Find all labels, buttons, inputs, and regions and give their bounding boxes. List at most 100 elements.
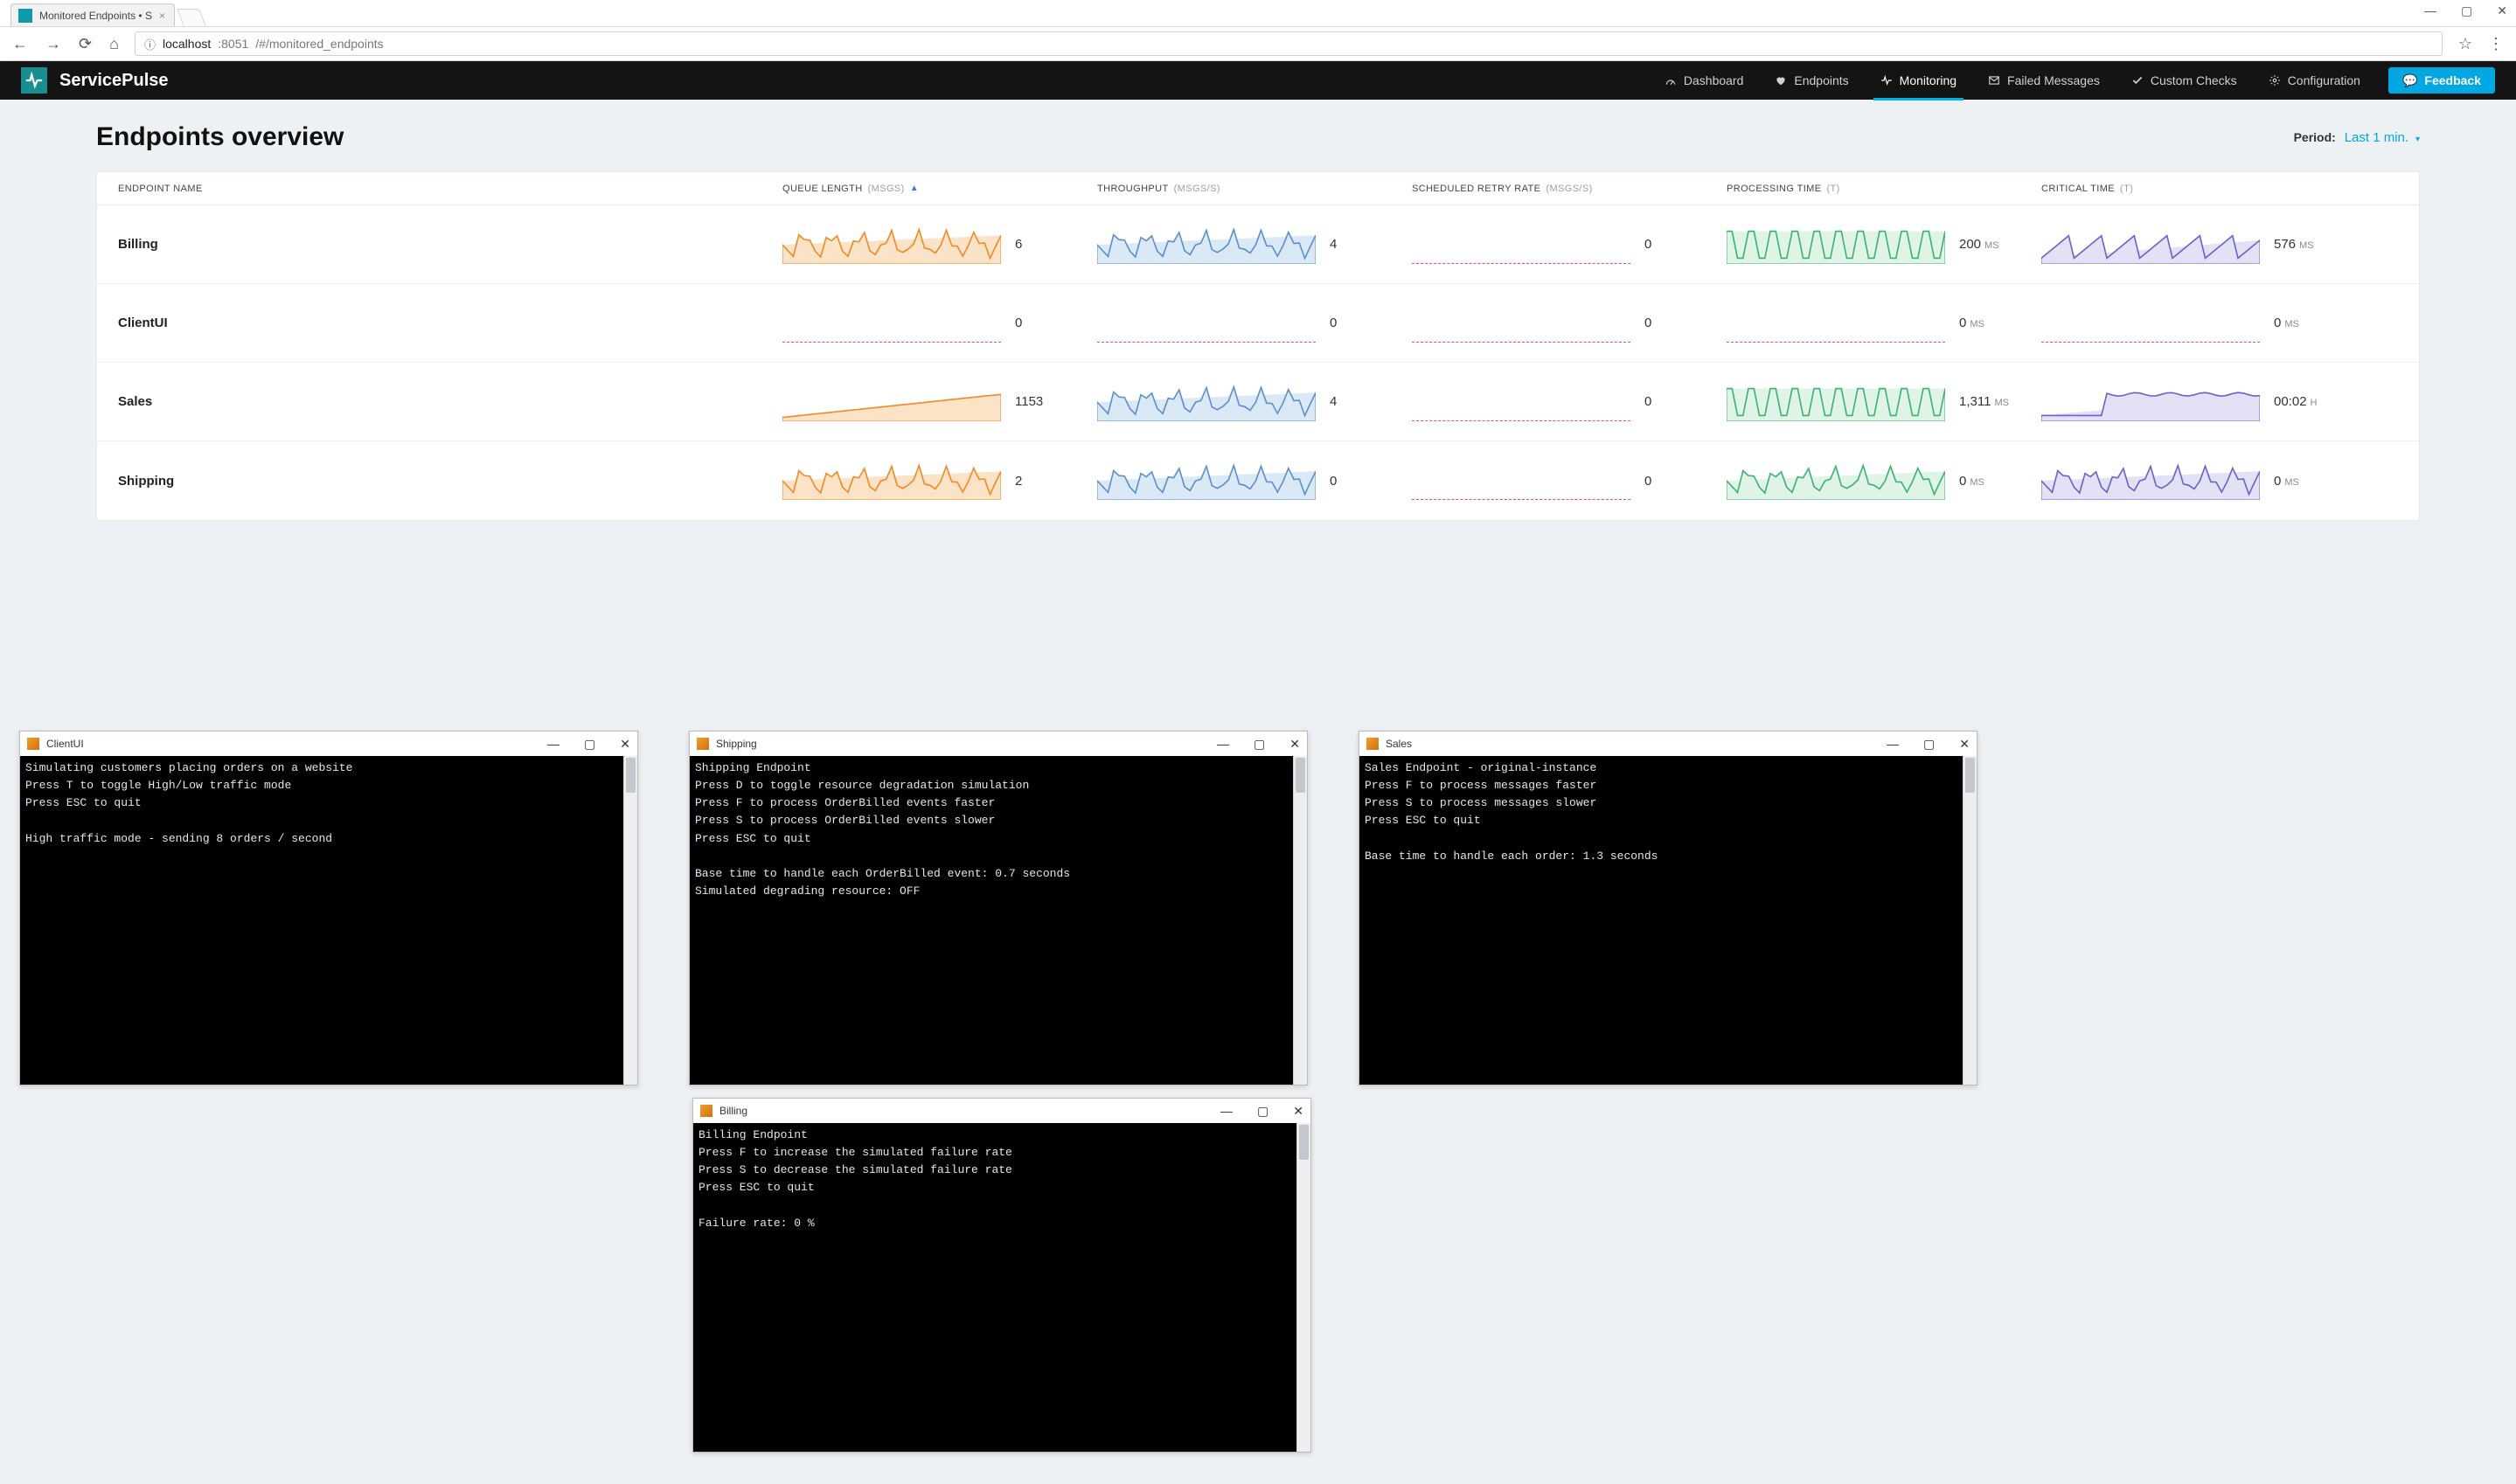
address-bar[interactable]: ⓘ localhost:8051/#/monitored_endpoints	[135, 31, 2443, 56]
scroll-thumb[interactable]	[626, 758, 636, 793]
back-button[interactable]: ←	[12, 35, 28, 53]
nav-label: Endpoints	[1794, 73, 1848, 87]
tab-title: Monitored Endpoints • S	[39, 10, 152, 22]
brand[interactable]: ServicePulse	[21, 67, 169, 94]
console-window-sales[interactable]: Sales — ▢ ✕ Sales Endpoint - original-in…	[1359, 731, 1977, 1085]
menu-icon[interactable]: ⋮	[2488, 35, 2504, 53]
col-throughput[interactable]: Throughput(MSGS/S)	[1097, 184, 1412, 194]
console-min-icon[interactable]: —	[1887, 737, 1899, 752]
cell-value: 1,311ms	[1959, 394, 2009, 409]
nav-label: Dashboard	[1684, 73, 1744, 87]
cell-value: 0	[1644, 237, 1655, 252]
console-window-controls: — ▢ ✕	[547, 737, 630, 752]
nav-monitoring[interactable]: Monitoring	[1865, 61, 1972, 100]
console-body[interactable]: Shipping Endpoint Press D to toggle reso…	[690, 756, 1307, 1085]
table-row[interactable]: Sales 1153 4 0 1,311ms 00:02h	[97, 363, 2419, 441]
speech-icon: 💬	[2402, 73, 2417, 88]
sparkline	[1727, 461, 1945, 500]
nav-label: Configuration	[2288, 73, 2360, 87]
sparkline	[1727, 225, 1945, 264]
sort-icon: ▲	[910, 184, 919, 193]
endpoint-name: Billing	[118, 237, 782, 252]
console-titlebar[interactable]: Sales — ▢ ✕	[1359, 732, 1977, 756]
scroll-thumb[interactable]	[1965, 758, 1975, 793]
cell-critical: 00:02h	[2041, 383, 2391, 421]
console-max-icon[interactable]: ▢	[584, 737, 595, 752]
window-minimize-icon[interactable]: —	[2424, 3, 2436, 18]
col-critical[interactable]: Critical time(T)	[2041, 184, 2391, 194]
sparkline	[2041, 461, 2260, 500]
title-row: Endpoints overview Period: Last 1 min. ▾	[96, 122, 2420, 152]
reload-button[interactable]: ⟳	[79, 35, 92, 53]
browser-chrome: Monitored Endpoints • S × — ▢ ✕ ← → ⟳ ⌂ …	[0, 0, 2516, 61]
sparkline	[2041, 225, 2260, 264]
col-queue[interactable]: Queue length(MSGS)▲	[782, 184, 1097, 194]
browser-tab[interactable]: Monitored Endpoints • S ×	[10, 3, 175, 26]
tab-close-icon[interactable]: ×	[159, 10, 165, 22]
console-min-icon[interactable]: —	[547, 737, 559, 752]
console-window-billing[interactable]: Billing — ▢ ✕ Billing Endpoint Press F t…	[692, 1098, 1311, 1453]
console-max-icon[interactable]: ▢	[1254, 737, 1265, 752]
console-titlebar[interactable]: Billing — ▢ ✕	[693, 1099, 1310, 1123]
console-min-icon[interactable]: —	[1220, 1104, 1233, 1119]
new-tab-button[interactable]	[177, 9, 205, 26]
nav-failed-messages[interactable]: Failed Messages	[1972, 61, 2116, 100]
console-max-icon[interactable]: ▢	[1923, 737, 1935, 752]
console-window-shipping[interactable]: Shipping — ▢ ✕ Shipping Endpoint Press D…	[689, 731, 1308, 1085]
table-row[interactable]: Shipping 2 0 0 0ms 0ms	[97, 441, 2419, 520]
endpoint-name: Shipping	[118, 474, 782, 489]
window-maximize-icon[interactable]: ▢	[2461, 3, 2472, 18]
console-window-clientui[interactable]: ClientUI — ▢ ✕ Simulating customers plac…	[19, 731, 638, 1085]
console-close-icon[interactable]: ✕	[1959, 737, 1970, 752]
console-min-icon[interactable]: —	[1217, 737, 1229, 752]
cell-critical: 0ms	[2041, 304, 2391, 343]
console-icon	[697, 738, 709, 750]
sparkline	[1097, 304, 1316, 343]
scrollbar[interactable]	[1296, 1123, 1310, 1452]
console-window-controls: — ▢ ✕	[1217, 737, 1300, 752]
table-row[interactable]: Billing 6 4 0 200ms 576ms	[97, 205, 2419, 284]
cell-queue: 6	[782, 225, 1097, 264]
sparkline	[1412, 304, 1630, 343]
scroll-thumb[interactable]	[1299, 1125, 1309, 1160]
nav-configuration[interactable]: Configuration	[2253, 61, 2376, 100]
endpoint-name: ClientUI	[118, 316, 782, 330]
home-button[interactable]: ⌂	[109, 35, 119, 53]
nav-dashboard[interactable]: Dashboard	[1649, 61, 1760, 100]
scroll-thumb[interactable]	[1296, 758, 1305, 793]
gear-icon	[2269, 74, 2281, 87]
star-icon[interactable]: ☆	[2458, 35, 2472, 53]
window-controls: — ▢ ✕	[2424, 3, 2507, 18]
console-max-icon[interactable]: ▢	[1257, 1104, 1268, 1119]
site-info-icon[interactable]: ⓘ	[144, 36, 156, 52]
url-port: :8051	[218, 37, 248, 51]
period-value[interactable]: Last 1 min.	[2345, 130, 2408, 145]
scrollbar[interactable]	[1293, 756, 1307, 1085]
console-close-icon[interactable]: ✕	[1289, 737, 1300, 752]
cell-value: 2	[1015, 474, 1025, 489]
forward-button[interactable]: →	[45, 35, 61, 53]
console-body[interactable]: Simulating customers placing orders on a…	[20, 756, 637, 1085]
sparkline	[782, 304, 1001, 343]
scrollbar[interactable]	[1963, 756, 1977, 1085]
console-body[interactable]: Billing Endpoint Press F to increase the…	[693, 1123, 1310, 1452]
brand-name: ServicePulse	[59, 71, 169, 91]
col-retry[interactable]: Scheduled retry rate(MSGS/S)	[1412, 184, 1727, 194]
console-close-icon[interactable]: ✕	[620, 737, 630, 752]
console-window-controls: — ▢ ✕	[1887, 737, 1970, 752]
nav-custom-checks[interactable]: Custom Checks	[2116, 61, 2253, 100]
sparkline	[1097, 461, 1316, 500]
period-selector[interactable]: Period: Last 1 min. ▾	[2294, 130, 2420, 145]
window-close-icon[interactable]: ✕	[2497, 3, 2507, 18]
nav-endpoints[interactable]: Endpoints	[1759, 61, 1864, 100]
col-processing[interactable]: Processing time(T)	[1727, 184, 2041, 194]
cell-throughput: 0	[1097, 461, 1412, 500]
console-titlebar[interactable]: ClientUI — ▢ ✕	[20, 732, 637, 756]
scrollbar[interactable]	[623, 756, 637, 1085]
console-close-icon[interactable]: ✕	[1293, 1104, 1303, 1119]
console-titlebar[interactable]: Shipping — ▢ ✕	[690, 732, 1307, 756]
col-endpoint[interactable]: Endpoint name	[118, 184, 782, 194]
feedback-button[interactable]: 💬 Feedback	[2388, 67, 2495, 94]
table-row[interactable]: ClientUI 0 0 0 0ms 0ms	[97, 284, 2419, 363]
console-body[interactable]: Sales Endpoint - original-instance Press…	[1359, 756, 1977, 1085]
